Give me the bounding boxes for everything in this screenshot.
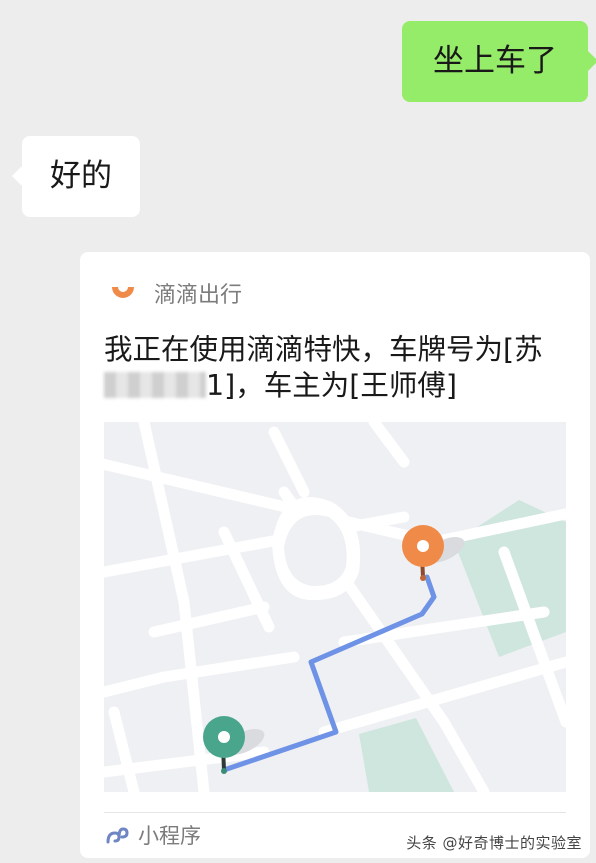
share-text-prefix: 我正在使用滴滴特快，车牌号为[苏 — [104, 333, 543, 366]
route-map — [104, 422, 566, 792]
outgoing-message-bubble[interactable]: 坐上车了 — [402, 21, 596, 102]
watermark: 头条 @好奇博士的实验室 — [406, 834, 582, 852]
bubble-tail — [12, 166, 22, 186]
share-text-suffix: ]，车主为[王师傅] — [224, 369, 457, 402]
mini-program-icon — [106, 827, 129, 844]
didi-share-card[interactable]: 滴滴出行 我正在使用滴滴特快，车牌号为[苏1]，车主为[王师傅] 小程序 — [80, 252, 590, 858]
card-divider — [104, 812, 566, 813]
roundabout-center — [284, 515, 347, 587]
share-message-text: 我正在使用滴滴特快，车牌号为[苏1]，车主为[王师傅] — [104, 332, 574, 404]
incoming-message-text: 好的 — [50, 158, 112, 194]
bubble-tail — [588, 51, 596, 71]
incoming-message-bubble[interactable]: 好的 — [12, 136, 140, 217]
plate-visible-tail: 1 — [206, 369, 225, 402]
card-header: 滴滴出行 — [108, 278, 242, 308]
route-map-graphic — [104, 422, 566, 792]
outgoing-message-text: 坐上车了 — [433, 43, 557, 79]
app-name: 滴滴出行 — [154, 283, 243, 308]
didi-logo-icon — [112, 287, 134, 298]
blurred-plate-number — [104, 372, 206, 398]
mini-program-label: 小程序 — [138, 824, 201, 848]
mini-program-footer: 小程序 — [104, 820, 201, 850]
